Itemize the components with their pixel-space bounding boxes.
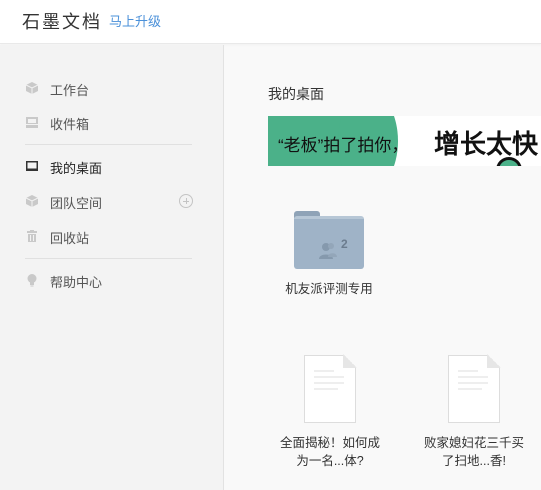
page-title: 我的桌面 [268, 86, 324, 102]
desktop-icon [26, 161, 38, 171]
brand-logo[interactable]: 石墨文档 [22, 8, 102, 34]
sidebar-item-label: 我的桌面 [50, 161, 103, 176]
add-team-icon[interactable] [179, 194, 193, 208]
banner-text-right: 增长太快 [434, 129, 539, 159]
sidebar-divider [25, 258, 192, 259]
team-cube-icon [25, 195, 39, 207]
lightbulb-icon [27, 274, 37, 287]
sidebar-item-help-center[interactable]: 帮助中心 [0, 265, 223, 295]
folder-name[interactable]: 机友派评测专用 [274, 280, 384, 298]
sidebar-item-inbox[interactable]: 收件箱 [0, 107, 223, 137]
document-title[interactable]: 败家媳妇花三千买 了扫地...香! [414, 434, 534, 470]
sidebar-item-my-desktop[interactable]: 我的桌面 [0, 151, 223, 181]
people-icon [319, 243, 337, 259]
sidebar-item-label: 回收站 [50, 231, 90, 246]
sidebar-item-team-space[interactable]: 团队空间 [0, 186, 223, 216]
sidebar-item-label: 团队空间 [50, 196, 103, 211]
sidebar-item-label: 帮助中心 [50, 275, 103, 290]
team-folder[interactable]: 2 [294, 211, 364, 269]
document-item[interactable] [448, 354, 501, 423]
banner-text-left: “老板”拍了拍你， [278, 136, 409, 155]
cube-icon [25, 82, 39, 94]
top-bar: 石墨文档 马上升级 [0, 0, 541, 44]
upgrade-link[interactable]: 马上升级 [109, 11, 161, 30]
promo-banner[interactable]: “老板”拍了拍你， 增长太快 [268, 116, 541, 166]
inbox-icon [26, 117, 38, 128]
sidebar-item-label: 收件箱 [50, 117, 90, 132]
trash-icon [27, 230, 37, 242]
sidebar-divider [25, 144, 192, 145]
sidebar-item-workbench[interactable]: 工作台 [0, 73, 223, 103]
sidebar-item-trash[interactable]: 回收站 [0, 221, 223, 251]
sidebar: 工作台 收件箱 我的桌面 团队空间 回收站 帮助中心 [0, 45, 224, 490]
main-content: 我的桌面 “老板”拍了拍你， 增长太快 2 机友派评测专用 全面揭秘！如何成 为… [225, 45, 541, 490]
document-title[interactable]: 全面揭秘！如何成 为一名...体? [270, 434, 390, 470]
folder-icon: 2 [294, 216, 364, 269]
document-item[interactable] [304, 354, 357, 423]
member-count: 2 [341, 237, 348, 251]
sidebar-item-label: 工作台 [50, 83, 90, 98]
